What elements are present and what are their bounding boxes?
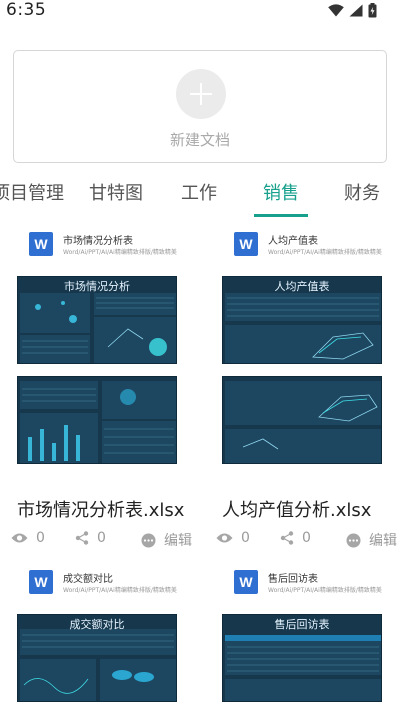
card-description: Word/Ai/PPT/AI/Ai精编精致排版/精致精美 [63, 249, 177, 256]
card-filename[interactable]: 市场情况分析表.xlsx [17, 496, 184, 522]
card-subject: 售后回访表 [268, 574, 318, 585]
views-count: 0 [241, 530, 250, 546]
preview-thumbnail-top[interactable]: 成交额对比 [17, 614, 177, 702]
card-filename[interactable]: 人均产值分析.xlsx [222, 496, 371, 522]
share-icon [75, 531, 89, 545]
eye-icon [11, 533, 28, 543]
template-card[interactable]: W 市场情况分析表 Word/Ai/PPT/AI/Ai精编精致排版/精致精美 市… [11, 230, 219, 555]
preview-thumbnail-top[interactable]: 市场情况分析 [17, 276, 177, 364]
card-header: W 售后回访表 Word/Ai/PPT/AI/Ai精编精致排版/精致精美 [234, 568, 403, 598]
views-count: 0 [36, 530, 45, 546]
eye-icon [216, 533, 233, 543]
card-description: Word/Ai/PPT/AI/Ai精编精致排版/精致精美 [63, 587, 177, 594]
card-stats: 0 0 编辑 [11, 530, 201, 550]
card-header: W 成交额对比 Word/Ai/PPT/AI/Ai精编精致排版/精致精美 [29, 568, 219, 598]
status-icons [328, 3, 377, 18]
more-icon [346, 533, 361, 547]
new-document-label: 新建文档 [169, 131, 230, 149]
template-card[interactable]: W 售后回访表 Word/Ai/PPT/AI/Ai精编精致排版/精致精美 售后回… [222, 568, 403, 721]
tab-sales[interactable]: 销售 [263, 179, 299, 205]
template-card[interactable]: W 成交额对比 Word/Ai/PPT/AI/Ai精编精致排版/精致精美 成交额… [17, 568, 219, 721]
card-header: W 市场情况分析表 Word/Ai/PPT/AI/Ai精编精致排版/精致精美 [29, 230, 219, 260]
shares-count: 0 [97, 530, 106, 546]
tab-gantt[interactable]: 甘特图 [89, 179, 143, 205]
tab-finance[interactable]: 财务 [344, 179, 380, 205]
preview-title: 市场情况分析 [64, 280, 130, 293]
category-tabs: 项目管理 甘特图 工作 销售 财务 [0, 168, 403, 218]
word-doc-icon: W [234, 232, 262, 256]
status-bar: 6:35 [0, 0, 403, 24]
tab-work[interactable]: 工作 [181, 179, 217, 205]
card-subject: 市场情况分析表 [63, 236, 133, 247]
share-icon [280, 531, 294, 545]
tab-project-management[interactable]: 项目管理 [0, 179, 64, 205]
card-description: Word/Ai/PPT/AI/Ai精编精致排版/精致精美 [268, 587, 382, 594]
shares-count: 0 [302, 530, 311, 546]
shares-stat[interactable]: 0 [75, 530, 106, 546]
plus-icon [176, 69, 226, 119]
card-description: Word/Ai/PPT/AI/Ai精编精致排版/精致精美 [268, 249, 382, 256]
active-tab-indicator [254, 214, 308, 217]
word-doc-icon: W [29, 232, 57, 256]
card-stats: 0 0 编辑 [216, 530, 403, 550]
more-icon [141, 533, 156, 547]
preview-thumbnail-top[interactable]: 人均产值表 [222, 276, 382, 364]
preview-thumbnail-top[interactable]: 售后回访表 [222, 614, 382, 702]
views-stat: 0 [11, 530, 45, 546]
edit-button[interactable]: 编辑 [141, 530, 192, 550]
shares-stat[interactable]: 0 [280, 530, 311, 546]
cell-signal-icon [349, 4, 363, 17]
preview-title: 成交额对比 [69, 618, 125, 631]
card-subject: 成交额对比 [63, 574, 113, 585]
new-document-card[interactable]: 新建文档 [13, 50, 387, 163]
card-subject: 人均产值表 [268, 236, 318, 247]
template-card[interactable]: W 人均产值表 Word/Ai/PPT/AI/Ai精编精致排版/精致精美 人均产… [216, 230, 403, 555]
wifi-icon [328, 4, 344, 17]
edit-label: 编辑 [369, 533, 397, 549]
preview-title: 人均产值表 [274, 280, 330, 293]
word-doc-icon: W [234, 570, 262, 594]
status-time: 6:35 [6, 0, 47, 20]
card-header: W 人均产值表 Word/Ai/PPT/AI/Ai精编精致排版/精致精美 [234, 230, 403, 260]
preview-thumbnail-bottom[interactable] [222, 376, 382, 464]
edit-label: 编辑 [164, 533, 192, 549]
battery-icon [368, 3, 377, 18]
preview-title: 售后回访表 [274, 618, 330, 631]
edit-button[interactable]: 编辑 [346, 530, 397, 550]
preview-thumbnail-bottom[interactable] [17, 376, 177, 464]
word-doc-icon: W [29, 570, 57, 594]
views-stat: 0 [216, 530, 250, 546]
